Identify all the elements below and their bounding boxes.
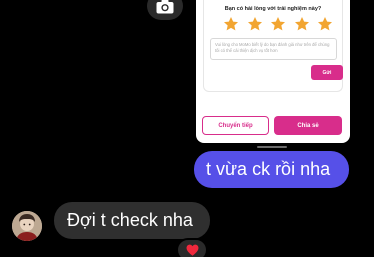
star-icon[interactable] [294, 16, 310, 32]
shared-screenshot[interactable]: Bạn có hài lòng với trải nghiệm này? Vui… [196, 0, 350, 143]
rating-panel: Bạn có hài lòng với trải nghiệm này? Vui… [203, 0, 343, 92]
forward-button[interactable]: Chuyển tiếp [202, 116, 269, 135]
camera-button[interactable] [147, 0, 183, 20]
send-button[interactable]: Gửi [311, 65, 343, 80]
rating-question: Bạn có hài lòng với trải nghiệm này? [224, 6, 322, 12]
chat-screen: Bạn có hài lòng với trải nghiệm này? Vui… [0, 0, 374, 257]
scroll-indicator [257, 146, 287, 148]
star-icon[interactable] [247, 16, 263, 32]
share-button[interactable]: Chia sẻ [274, 116, 342, 135]
camera-icon [156, 0, 174, 13]
reaction-badge[interactable] [176, 238, 208, 257]
star-icon[interactable] [223, 16, 239, 32]
incoming-message[interactable]: Đợi t check nha [54, 202, 210, 239]
star-icon[interactable] [270, 16, 286, 32]
outgoing-message[interactable]: t vừa ck rồi nha [194, 151, 349, 188]
heart-icon [186, 244, 198, 256]
avatar[interactable] [12, 211, 42, 241]
feedback-input[interactable]: Vui lòng cho MoMo biết lý do bạn đánh gi… [210, 38, 337, 60]
avatar-image [12, 211, 42, 241]
star-icon[interactable] [317, 16, 333, 32]
star-rating[interactable] [223, 16, 333, 34]
